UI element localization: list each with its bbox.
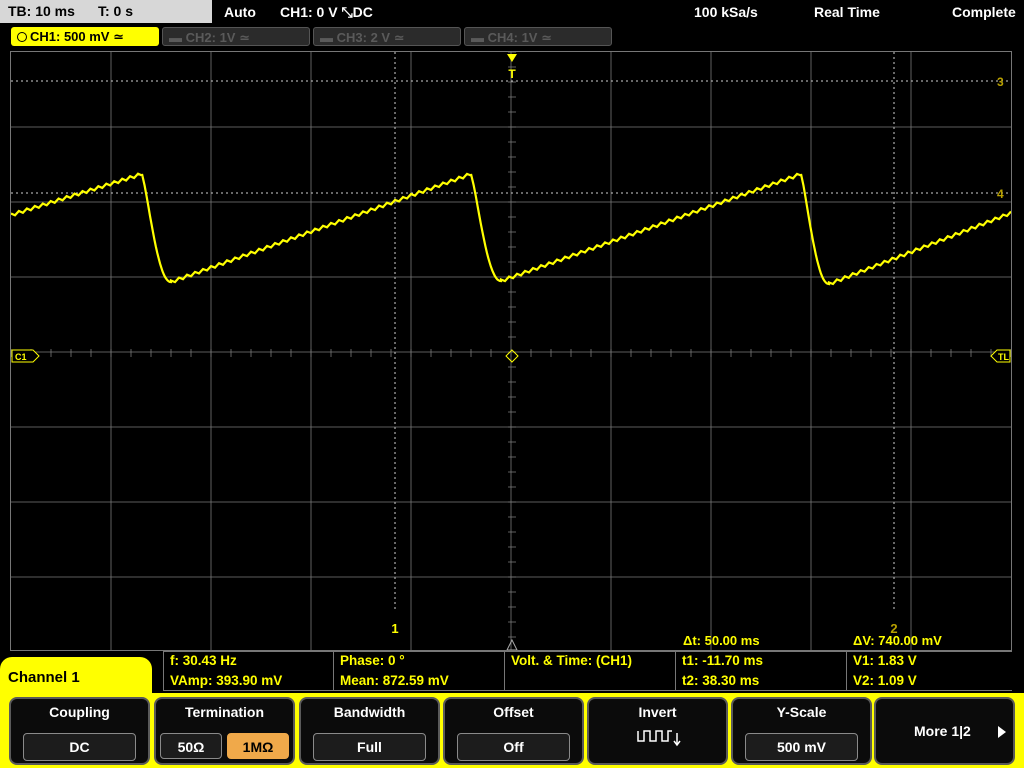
invert-softkey[interactable]: Invert [587, 697, 728, 765]
cursor-label-h1: 3 [997, 75, 1004, 89]
invert-title: Invert [638, 704, 677, 720]
trigger-marker-label: T [508, 67, 516, 81]
measurement-table: f: 30.43 Hz Phase: 0 ° Volt. & Time: (CH… [163, 651, 1012, 691]
termination-option-50ohm[interactable]: 50Ω [160, 733, 222, 759]
tab-ch4[interactable]: ▬ CH4: 1V ≃ [464, 27, 612, 46]
meas-vamp: VAmp: 393.90 mV [163, 671, 333, 691]
status-bar: TB: 10 ms T: 0 s Auto CH1: 0 V ⤡DC 100 k… [0, 0, 1024, 24]
meas-cursor-type: Volt. & Time: (CH1) [504, 651, 675, 671]
tab-ch3[interactable]: ▬ CH3: 2 V ≃ [313, 27, 461, 46]
coupling-title: Coupling [49, 704, 110, 720]
yscale-softkey[interactable]: Y-Scale 500 mV [731, 697, 872, 765]
tab-ch1[interactable]: CH1: 500 mV ≃ [11, 27, 159, 46]
meas-t2: t2: 38.30 ms [675, 671, 846, 691]
meas-t1: t1: -11.70 ms [675, 651, 846, 671]
offset-title: Offset [493, 704, 534, 720]
delta-t-readout: Δt: 50.00 ms [683, 633, 760, 648]
waveform-display[interactable]: T C1 TL 3 4 1 2 Δt: 50.00 ms ΔV: 740.00 … [10, 51, 1012, 651]
tab-ch2-label: CH2: 1V ≃ [185, 30, 250, 45]
timebase-box[interactable]: TB: 10 ms T: 0 s [0, 0, 212, 23]
dash-icon: ▬ [169, 30, 186, 45]
bandwidth-softkey[interactable]: Bandwidth Full [299, 697, 440, 765]
meas-mean: Mean: 872.59 mV [333, 671, 504, 691]
delta-v-readout: ΔV: 740.00 mV [853, 633, 942, 648]
acquisition-mode: Real Time [814, 4, 880, 20]
trigger-level-label: TL [998, 352, 1009, 362]
meas-frequency: f: 30.43 Hz [163, 651, 333, 671]
waveform-svg: T C1 TL 3 4 1 2 Δt: 50.00 ms ΔV: 740.00 … [11, 52, 1011, 650]
termination-softkey[interactable]: Termination 50Ω 1MΩ [154, 697, 295, 765]
invert-waveform-icon [637, 730, 681, 747]
ch1-marker-label: C1 [15, 352, 27, 362]
measurement-row: VAmp: 393.90 mV Mean: 872.59 mV t2: 38.3… [163, 671, 1012, 691]
center-arrow-icon [506, 638, 518, 650]
coupling-value[interactable]: DC [23, 733, 136, 761]
meas-empty [504, 671, 675, 691]
timebase-readout: TB: 10 ms [8, 3, 75, 19]
bandwidth-value[interactable]: Full [313, 733, 426, 761]
meas-v1: V1: 1.83 V [846, 651, 1012, 671]
offset-value[interactable]: Off [457, 733, 570, 761]
trigger-time-readout: T: 0 s [98, 3, 134, 19]
dash-icon: ▬ [471, 30, 488, 45]
cursor-label-h2: 4 [997, 187, 1004, 201]
meas-v2: V2: 1.09 V [846, 671, 1012, 691]
meas-phase: Phase: 0 ° [333, 651, 504, 671]
more-softkey[interactable]: More 1|2 [874, 697, 1015, 765]
termination-title: Termination [184, 704, 265, 720]
acquisition-status: Complete [952, 4, 1016, 20]
tab-ch4-label: CH4: 1V ≃ [487, 30, 552, 45]
sample-rate: 100 kSa/s [694, 4, 758, 20]
measurement-row: f: 30.43 Hz Phase: 0 ° Volt. & Time: (CH… [163, 651, 1012, 671]
bandwidth-title: Bandwidth [333, 704, 406, 720]
offset-softkey[interactable]: Offset Off [443, 697, 584, 765]
dash-icon: ▬ [320, 30, 337, 45]
coupling-softkey[interactable]: Coupling DC [9, 697, 150, 765]
trigger-mode[interactable]: Auto [224, 0, 256, 24]
trigger-info[interactable]: CH1: 0 V ⤡DC [280, 0, 373, 24]
tab-ch1-label: CH1: 500 mV ≃ [30, 29, 124, 44]
tab-ch2[interactable]: ▬ CH2: 1V ≃ [162, 27, 310, 46]
termination-option-1mohm[interactable]: 1MΩ [227, 733, 289, 759]
arrow-right-icon [998, 726, 1006, 738]
tab-ch3-label: CH3: 2 V ≃ [336, 30, 405, 45]
more-label: More 1|2 [914, 723, 971, 739]
circle-icon [17, 32, 27, 42]
yscale-value[interactable]: 500 mV [745, 733, 858, 761]
cursor-label-v1: 1 [391, 621, 398, 636]
yscale-title: Y-Scale [776, 704, 827, 720]
trigger-position-icon[interactable] [507, 54, 517, 62]
